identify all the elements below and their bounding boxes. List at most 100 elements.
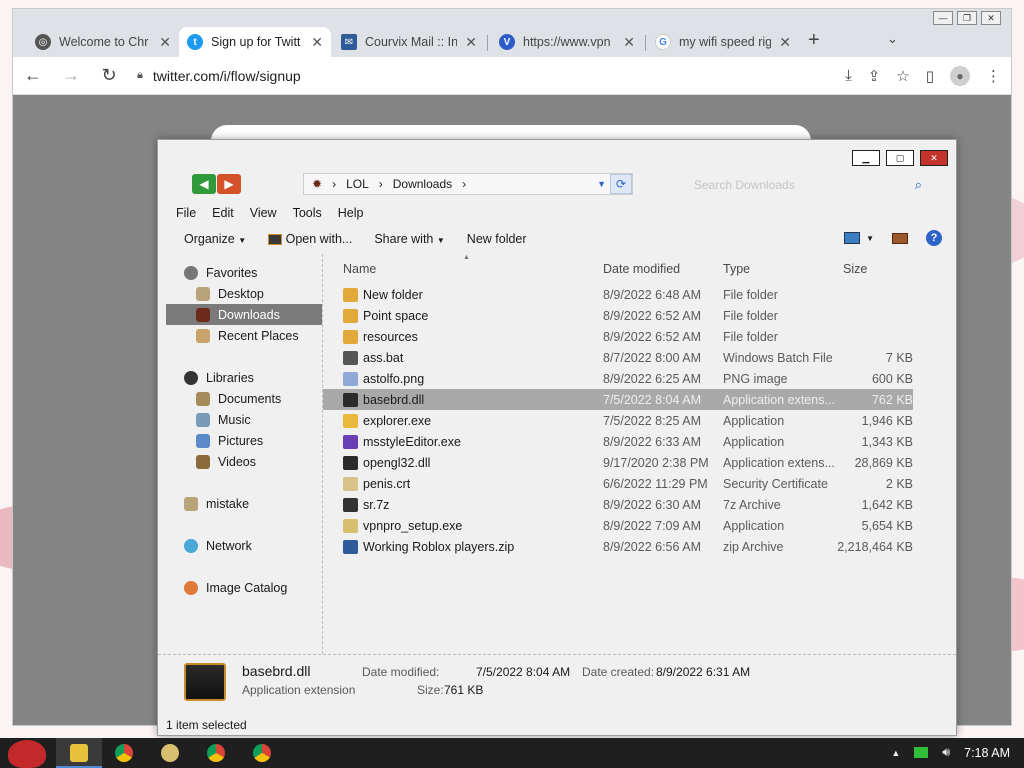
- file-row[interactable]: astolfo.png 8/9/2022 6:25 AM PNG image 600 …: [323, 368, 913, 389]
- column-header-name[interactable]: Name: [343, 262, 376, 276]
- chrome-icon[interactable]: [207, 744, 225, 762]
- close-icon[interactable]: ✕: [159, 34, 171, 51]
- details-pane: basebrd.dll Application extension Date m…: [158, 654, 956, 716]
- dll-file-icon: [343, 392, 358, 407]
- profile-avatar-icon[interactable]: ●: [950, 65, 970, 86]
- file-row[interactable]: sr.7z 8/9/2022 6:30 AM 7z Archive 1,642 KB: [323, 494, 913, 515]
- install-app-icon[interactable]: ⤓: [845, 67, 852, 84]
- share-with-button[interactable]: Share with ▼: [374, 232, 444, 246]
- file-row[interactable]: opengl32.dll 9/17/2020 2:38 PM Application…: [323, 452, 913, 473]
- file-row[interactable]: Working Roblox players.zip 8/9/2022 6:56 …: [323, 536, 913, 557]
- minimize-button[interactable]: ▁: [852, 150, 880, 166]
- file-name: Point space: [363, 308, 429, 323]
- tab-twitter-signup[interactable]: t Sign up for Twitt ✕: [179, 27, 331, 57]
- nav-libraries[interactable]: Libraries: [166, 367, 322, 388]
- nav-recent-places[interactable]: Recent Places: [166, 325, 322, 346]
- folder-icon: [343, 287, 358, 302]
- nav-documents[interactable]: Documents: [166, 388, 322, 409]
- breadcrumb-item-lol[interactable]: LOL: [346, 177, 369, 191]
- forward-arrow-icon[interactable]: ▶: [217, 174, 241, 194]
- column-header-type[interactable]: Type: [723, 262, 750, 276]
- close-icon[interactable]: ✕: [465, 34, 477, 51]
- menu-edit[interactable]: Edit: [212, 206, 234, 220]
- start-angry-bird-icon[interactable]: [8, 740, 46, 768]
- menu-help[interactable]: Help: [338, 206, 364, 220]
- dropdown-icon[interactable]: ▼: [597, 179, 606, 189]
- file-row[interactable]: Point space 8/9/2022 6:52 AM File folder: [323, 305, 913, 326]
- file-row[interactable]: New folder 8/9/2022 6:48 AM File folder: [323, 284, 913, 305]
- minimize-button[interactable]: —: [933, 11, 953, 25]
- nav-videos[interactable]: Videos: [166, 451, 322, 472]
- chrome-icon[interactable]: [115, 744, 133, 762]
- bookmark-star-icon[interactable]: ☆: [896, 67, 909, 85]
- column-header-date[interactable]: Date modified: [603, 262, 680, 276]
- nav-network[interactable]: Network: [166, 535, 322, 556]
- folder-app-icon: [343, 413, 358, 428]
- view-tools: ▼ ?: [844, 230, 942, 246]
- nav-image-catalog[interactable]: Image Catalog: [166, 577, 322, 598]
- view-options-button[interactable]: ▼: [844, 232, 874, 244]
- nav-music[interactable]: Music: [166, 409, 322, 430]
- file-row[interactable]: vpnpro_setup.exe 8/9/2022 7:09 AM Applicat…: [323, 515, 913, 536]
- clock[interactable]: 7:18 AM: [964, 746, 1010, 760]
- reload-icon[interactable]: ↻: [99, 65, 119, 86]
- close-icon[interactable]: ✕: [311, 34, 323, 51]
- search-icon[interactable]: ⌕: [915, 177, 922, 193]
- maximize-button[interactable]: ❐: [957, 11, 977, 25]
- menu-tools[interactable]: Tools: [293, 206, 322, 220]
- share-icon[interactable]: ⇪: [868, 67, 881, 85]
- explorer-navbar: ◀ ▶ ✹ › LOL › Downloads › ▼ ⟳ Search Dow…: [158, 170, 956, 202]
- nav-desktop[interactable]: Desktop: [166, 283, 322, 304]
- chevron-down-icon: ▼: [866, 233, 874, 243]
- file-row[interactable]: basebrd.dll 7/5/2022 8:04 AM Application e…: [323, 389, 913, 410]
- close-button[interactable]: ✕: [981, 11, 1001, 25]
- menu-view[interactable]: View: [250, 206, 277, 220]
- column-header-size[interactable]: Size: [843, 262, 867, 276]
- back-arrow-icon[interactable]: ◀: [192, 174, 216, 194]
- forward-arrow-icon[interactable]: →: [61, 65, 81, 86]
- nav-downloads[interactable]: Downloads: [166, 304, 322, 325]
- tab-vpn[interactable]: V https://www.vpn ✕: [491, 27, 643, 57]
- explorer-folder-icon[interactable]: [70, 744, 88, 762]
- tab-courvix-mail[interactable]: ✉ Courvix Mail :: In ✕: [333, 27, 485, 57]
- close-icon[interactable]: ✕: [779, 34, 791, 51]
- side-panel-icon[interactable]: ▯: [926, 67, 934, 85]
- organize-button[interactable]: Organize ▼: [184, 232, 246, 246]
- network-status-icon[interactable]: [914, 747, 929, 758]
- breadcrumb-item-downloads[interactable]: Downloads: [393, 177, 452, 191]
- file-row[interactable]: resources 8/9/2022 6:52 AM File folder: [323, 326, 913, 347]
- chrome-icon[interactable]: [253, 744, 271, 762]
- search-input[interactable]: Search Downloads ⌕: [690, 174, 926, 196]
- app-icon[interactable]: [161, 744, 179, 762]
- nav-pictures[interactable]: Pictures: [166, 430, 322, 451]
- preview-pane-icon[interactable]: [892, 232, 908, 244]
- folder-icon: [343, 329, 358, 344]
- menu-dots-icon[interactable]: ⋮: [986, 67, 1001, 85]
- nav-mistake[interactable]: mistake: [166, 493, 322, 514]
- menu-file[interactable]: File: [176, 206, 196, 220]
- new-folder-button[interactable]: New folder: [467, 232, 527, 246]
- file-row[interactable]: ass.bat 8/7/2022 8:00 AM Windows Batch Fil…: [323, 347, 913, 368]
- tab-search-chevron-icon[interactable]: ⌄: [887, 31, 898, 47]
- nav-favorites[interactable]: Favorites: [166, 262, 322, 283]
- breadcrumb[interactable]: ✹ › LOL › Downloads › ▼: [303, 173, 633, 195]
- image-catalog-icon: [184, 580, 198, 595]
- volume-icon[interactable]: 🔊︎: [942, 745, 950, 760]
- file-row[interactable]: msstyleEditor.exe 8/9/2022 6:33 AM Applica…: [323, 431, 913, 452]
- tab-wifi-speed[interactable]: G my wifi speed rig ✕: [647, 27, 799, 57]
- refresh-icon[interactable]: ⟳: [610, 174, 632, 194]
- tab-welcome[interactable]: ◎ Welcome to Chr ✕: [27, 27, 179, 57]
- maximize-button[interactable]: ▢: [886, 150, 914, 166]
- file-name: resources: [363, 329, 418, 344]
- file-row[interactable]: penis.crt 6/6/2022 11:29 PM Security Certi…: [323, 473, 913, 494]
- file-row[interactable]: explorer.exe 7/5/2022 8:25 AM Application 1…: [323, 410, 913, 431]
- open-with-button[interactable]: Open with...: [268, 232, 352, 246]
- new-tab-button[interactable]: +: [808, 29, 820, 52]
- help-icon[interactable]: ?: [926, 230, 942, 246]
- address-bar[interactable]: 🔒︎ twitter.com/i/flow/signup: [137, 68, 827, 84]
- show-hidden-icons-icon[interactable]: ▲: [891, 748, 900, 758]
- nav-label: Documents: [218, 391, 282, 406]
- back-arrow-icon[interactable]: ←: [23, 65, 43, 86]
- close-button[interactable]: ✕: [920, 150, 948, 166]
- close-icon[interactable]: ✕: [623, 34, 635, 51]
